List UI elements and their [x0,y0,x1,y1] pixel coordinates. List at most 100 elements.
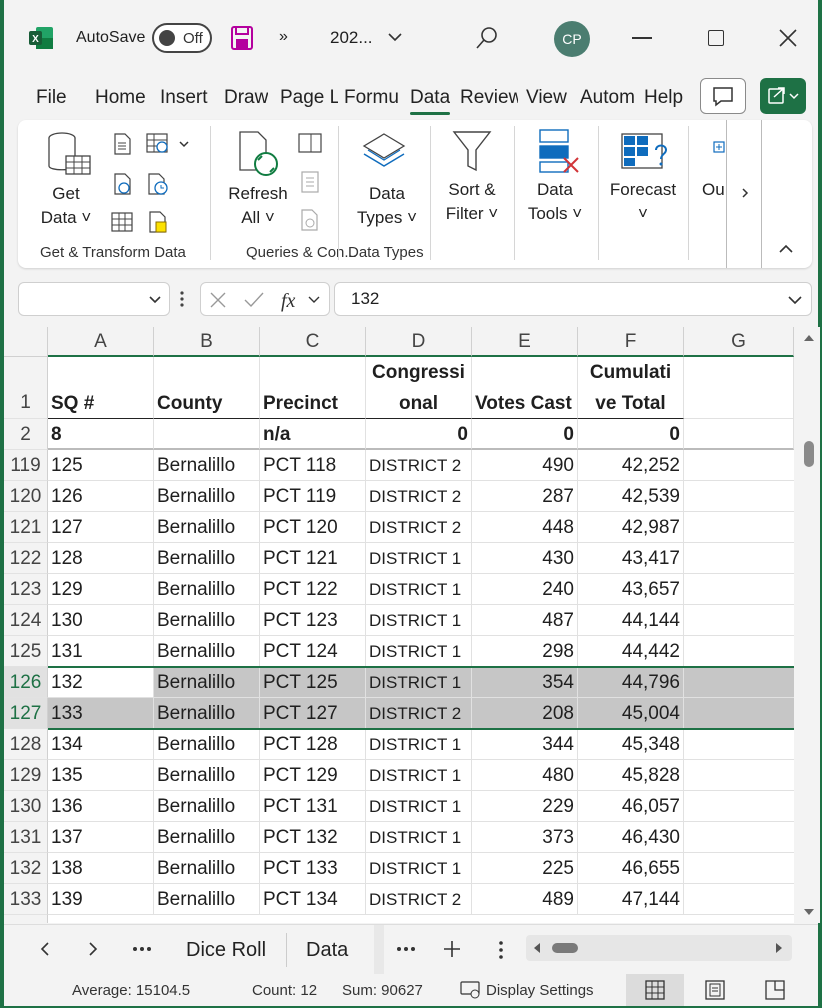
row2-cell-g[interactable] [684,419,794,450]
vertical-dots-icon[interactable] [498,940,504,960]
row-header[interactable]: 121 [4,512,48,543]
outline-icon[interactable] [712,140,726,160]
table-cell[interactable]: 135 [48,760,154,791]
data-types-icon[interactable] [358,130,410,178]
row-header[interactable]: 1 [4,357,48,419]
table-cell[interactable]: 373 [472,822,578,853]
table-cell[interactable]: 46,655 [578,853,684,884]
scroll-up-icon[interactable] [803,333,815,343]
edit-links-icon[interactable] [298,208,322,232]
row-header[interactable]: 131 [4,822,48,853]
horizontal-scroll-thumb[interactable] [552,943,578,953]
column-header-e[interactable]: E [472,327,578,357]
from-picture-icon[interactable] [146,132,194,156]
table-cell[interactable]: 129 [48,574,154,605]
table-cell[interactable]: 46,057 [578,791,684,822]
table-cell[interactable]: Bernalillo [154,698,260,729]
table-cell[interactable]: 138 [48,853,154,884]
row-header[interactable] [4,915,48,923]
table-cell[interactable]: 490 [472,450,578,481]
status-count[interactable]: Count: 12 [252,982,317,999]
chevron-right-icon[interactable] [86,940,100,958]
table-cell[interactable]: PCT 132 [260,822,366,853]
table-cell[interactable] [684,574,794,605]
data-tools-button[interactable]: Data Tools ˅ [518,178,592,226]
table-cell[interactable]: PCT 133 [260,853,366,884]
row-header[interactable]: 130 [4,791,48,822]
table-cell[interactable]: 448 [472,512,578,543]
table-cell[interactable]: 44,796 [578,667,684,698]
row-header[interactable]: 133 [4,884,48,915]
table-cell[interactable]: 139 [48,884,154,915]
autosave-toggle[interactable]: Off [152,23,212,53]
column-header-f[interactable]: F [578,327,684,357]
table-cell[interactable]: 45,004 [578,698,684,729]
chevron-left-icon[interactable] [38,940,52,958]
from-table-icon[interactable] [110,210,134,234]
header-cell-a[interactable]: SQ # [48,357,154,419]
enter-check-icon[interactable] [243,291,265,309]
get-data-icon[interactable] [46,130,92,178]
from-web-icon[interactable] [110,172,134,196]
table-cell[interactable] [684,636,794,667]
table-cell[interactable]: PCT 134 [260,884,366,915]
table-cell[interactable] [684,450,794,481]
more-options-icon[interactable] [180,290,184,308]
table-cell[interactable]: DISTRICT 2 [366,450,472,481]
comments-button[interactable] [700,78,746,114]
tab-data[interactable]: Data [410,87,450,109]
table-cell[interactable]: PCT 121 [260,543,366,574]
sort-filter-button[interactable]: Sort & Filter ˅ [438,178,506,226]
table-cell[interactable]: DISTRICT 2 [366,884,472,915]
row-header[interactable]: 126 [4,667,48,698]
table-cell[interactable] [684,698,794,729]
table-cell[interactable]: 133 [48,698,154,729]
existing-connections-icon[interactable] [146,210,170,234]
row2-cell-d[interactable]: 0 [366,419,472,450]
row-header[interactable]: 128 [4,729,48,760]
table-cell[interactable]: Bernalillo [154,543,260,574]
properties-icon[interactable] [298,170,322,194]
row2-cell-c[interactable]: n/a [260,419,366,450]
table-cell[interactable]: Bernalillo [154,884,260,915]
display-settings-button[interactable]: Display Settings [486,982,594,999]
table-cell[interactable]: DISTRICT 1 [366,667,472,698]
table-cell[interactable]: Bernalillo [154,574,260,605]
table-cell[interactable]: 42,252 [578,450,684,481]
worksheet-grid[interactable]: A B C D E F G 1 SQ # County Precinct Congressi onal… [4,327,794,923]
table-cell[interactable]: PCT 131 [260,791,366,822]
recent-sources-icon[interactable] [146,172,170,196]
table-cell[interactable] [684,512,794,543]
page-break-view-button[interactable] [746,974,804,1006]
select-all-corner[interactable] [4,327,48,357]
horizontal-scrollbar[interactable] [526,935,792,961]
table-cell[interactable]: 43,657 [578,574,684,605]
table-cell[interactable] [684,729,794,760]
tab-home[interactable]: Home [95,87,146,109]
table-cell[interactable]: DISTRICT 1 [366,605,472,636]
expand-formula-bar-icon[interactable] [787,292,803,308]
get-data-button[interactable]: Get Data ˅ [38,182,94,230]
chevron-down-icon[interactable] [147,292,163,308]
add-sheet-icon[interactable] [442,939,462,959]
avatar[interactable]: CP [554,21,590,57]
scroll-left-icon[interactable] [532,942,542,954]
row-header[interactable]: 120 [4,481,48,512]
tab-formulas[interactable]: Formu [344,87,404,109]
table-cell[interactable]: 132 [48,667,154,698]
header-cell-d[interactable]: Congressi onal [366,357,472,419]
table-cell[interactable]: 47,144 [578,884,684,915]
header-cell-g[interactable] [684,357,794,419]
row-header[interactable]: 129 [4,760,48,791]
tab-automate[interactable]: Autom [580,87,636,109]
refresh-all-icon[interactable] [236,130,282,180]
forecast-button[interactable]: Forecast ˅ [604,178,682,226]
table-cell[interactable]: Bernalillo [154,853,260,884]
table-cell[interactable]: DISTRICT 2 [366,698,472,729]
table-cell[interactable]: 45,348 [578,729,684,760]
table-cell[interactable]: PCT 128 [260,729,366,760]
table-cell[interactable] [684,884,794,915]
table-cell[interactable]: PCT 125 [260,667,366,698]
share-button[interactable] [760,78,806,114]
table-cell[interactable]: DISTRICT 2 [366,512,472,543]
